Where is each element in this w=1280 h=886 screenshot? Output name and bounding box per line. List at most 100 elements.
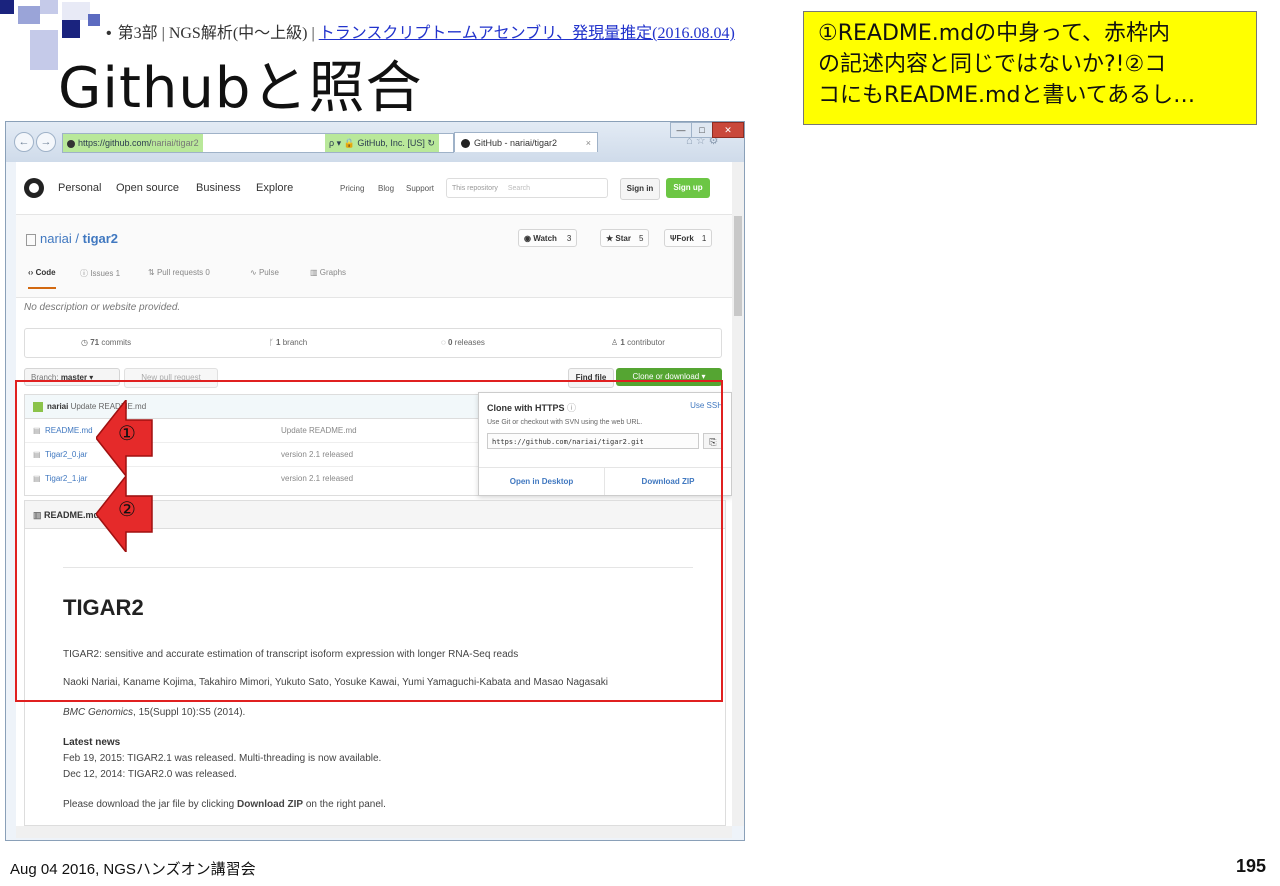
tab-code[interactable]: ‹› Code (28, 268, 56, 289)
sign-up-button[interactable]: Sign up (666, 178, 710, 198)
watch-label: Watch (533, 234, 557, 243)
star-button[interactable]: ★ Star 5 (600, 229, 650, 247)
tab-graphs-label: Graphs (319, 268, 347, 277)
browser-tab[interactable]: GitHub - nariai/tigar2 × (454, 132, 598, 152)
commits-count[interactable]: ◷ 71 commits (81, 338, 131, 347)
forward-button[interactable]: → (36, 132, 56, 152)
address-bar[interactable]: https://github.com/nariai/tigar2 ρ ▾ 🔒 G… (62, 133, 454, 153)
breadcrumb: • 第3部 | NGS解析(中〜上級) | トランスクリプトームアセンブリ、発現量… (100, 22, 776, 46)
tab-issues[interactable]: ⓘ Issues 1 (80, 268, 120, 279)
deco-square (40, 0, 58, 14)
repo-name-link[interactable]: tigar2 (83, 231, 118, 246)
branch-icon: ᚴ (269, 338, 277, 347)
nav-explore[interactable]: Explore (256, 182, 293, 194)
download-note-bold: Download ZIP (236, 799, 304, 810)
close-window-button[interactable]: ✕ (712, 122, 744, 138)
releases-count[interactable]: ◌ 0 releases (441, 338, 485, 347)
contributors-number: 1 (620, 338, 625, 347)
nav-open-source[interactable]: Open source (116, 182, 179, 194)
marker-1-label: ① (118, 421, 136, 445)
scroll-thumb[interactable] (734, 216, 742, 316)
sign-in-button[interactable]: Sign in (620, 178, 660, 200)
star-count: 5 (638, 234, 644, 243)
releases-number: 0 (447, 338, 453, 347)
deco-square (62, 2, 90, 20)
minimize-button[interactable]: — (670, 122, 692, 138)
history-icon: ◷ (81, 338, 91, 347)
github-header: Personal Open source Business Explore Pr… (16, 162, 732, 215)
branches-count[interactable]: ᚴ 1 branch (269, 338, 307, 347)
secure-url-segment: https://github.com/nariai/tigar2 (63, 134, 203, 152)
deco-square (30, 30, 58, 70)
releases-label: releases (454, 338, 485, 347)
readme-citation: BMC Genomics, 15(Suppl 10):S5 (2014). (63, 707, 245, 718)
deco-square (0, 0, 14, 14)
download-note-pre: Please download the jar file by clicking (63, 799, 237, 810)
address-search-hint: ρ ▾ 🔒 GitHub, Inc. [US] ↻ (325, 134, 439, 152)
news-heading: Latest news (63, 737, 121, 748)
browser-toolbar: ← → https://github.com/nariai/tigar2 ρ ▾… (6, 122, 744, 162)
breadcrumb-link[interactable]: トランスクリプトームアセンブリ、発現量推定(2016.08.04) (319, 25, 735, 42)
fork-button[interactable]: ΨFork 1 (664, 229, 713, 247)
tab-title: GitHub - nariai/tigar2 (474, 138, 558, 148)
commits-number: 71 (90, 338, 100, 347)
callout-line-1: ①README.mdの中身って、赤枠内 (818, 21, 1170, 46)
citation-details: , 15(Suppl 10):S5 (2014). (133, 707, 246, 718)
star-label: Star (615, 234, 631, 243)
nav-business[interactable]: Business (196, 182, 241, 194)
commits-label: commits (101, 338, 132, 347)
repo-search-input[interactable]: This repository Search (446, 178, 608, 198)
branches-number: 1 (276, 338, 281, 347)
breadcrumb-bullet: • (106, 25, 112, 42)
tab-issues-label: Issues (90, 269, 114, 278)
tab-pulse-label: Pulse (258, 268, 279, 277)
pulse-icon: ∿ (250, 268, 259, 277)
repo-header: nariai / tigar2 ◉ Watch 3 ★ Star 5 ΨFork 1 … (16, 215, 732, 298)
fork-label: Fork (676, 234, 694, 243)
repo-owner-link[interactable]: nariai (40, 231, 72, 246)
nav-support[interactable]: Support (406, 184, 434, 193)
callout-note: ①README.mdの中身って、赤枠内 の記述内容と同じではないか?!②コ コに… (803, 11, 1257, 125)
vertical-scrollbar[interactable] (732, 162, 744, 826)
tab-pr-label: Pull requests (156, 268, 204, 277)
news-item: Dec 12, 2014: TIGAR2.0 was released. (63, 769, 237, 780)
callout-line-2: の記述内容と同じではないか?!②コ (818, 52, 1167, 77)
issue-icon: ⓘ (80, 269, 91, 278)
graph-icon: ▥ (310, 268, 320, 277)
news-item: Feb 19, 2015: TIGAR2.1 was released. Mul… (63, 753, 382, 764)
repo-summary-bar: ◷ 71 commits ᚴ 1 branch ◌ 0 releases ♙ 1… (24, 328, 722, 358)
search-scope-label: This repository (452, 185, 498, 192)
tab-pull-requests[interactable]: ⇅ Pull requests 0 (148, 268, 210, 277)
nav-blog[interactable]: Blog (378, 184, 394, 193)
deco-square (62, 20, 80, 38)
back-button[interactable]: ← (14, 132, 34, 152)
fork-count: 1 (701, 234, 707, 243)
branches-label: branch (282, 338, 308, 347)
download-note-post: on the right panel. (303, 799, 386, 810)
watch-button[interactable]: ◉ Watch 3 (518, 229, 578, 247)
nav-pricing[interactable]: Pricing (340, 184, 364, 193)
lock-icon (67, 139, 75, 148)
contributors-count[interactable]: ♙ 1 contributor (611, 338, 665, 347)
horizontal-scrollbar[interactable] (16, 826, 732, 838)
repo-icon (26, 233, 36, 246)
url-domain: https://github.com/ (78, 138, 152, 148)
tab-graphs[interactable]: ▥ Graphs (310, 268, 346, 277)
star-icon: ★ (606, 234, 616, 243)
tab-close-icon[interactable]: × (586, 133, 591, 152)
github-logo-icon[interactable] (24, 178, 44, 198)
eye-icon: ◉ (524, 234, 534, 243)
maximize-button[interactable]: □ (691, 122, 713, 138)
github-tab-icon (461, 139, 470, 149)
watch-count: 3 (566, 234, 572, 243)
breadcrumb-text: 第3部 | NGS解析(中〜上級) | (117, 25, 319, 42)
callout-line-3: コにもREADME.mdと書いてあるし… (818, 83, 1196, 108)
nav-personal[interactable]: Personal (58, 182, 101, 194)
page-number: 195 (1235, 856, 1266, 876)
readme-download-note: Please download the jar file by clicking… (63, 799, 386, 810)
people-icon: ♙ (611, 338, 621, 347)
deco-square (88, 14, 100, 26)
search-placeholder: Search (507, 185, 531, 192)
slide-title: Githubと照合 (58, 56, 423, 121)
tab-pulse[interactable]: ∿ Pulse (250, 268, 279, 277)
